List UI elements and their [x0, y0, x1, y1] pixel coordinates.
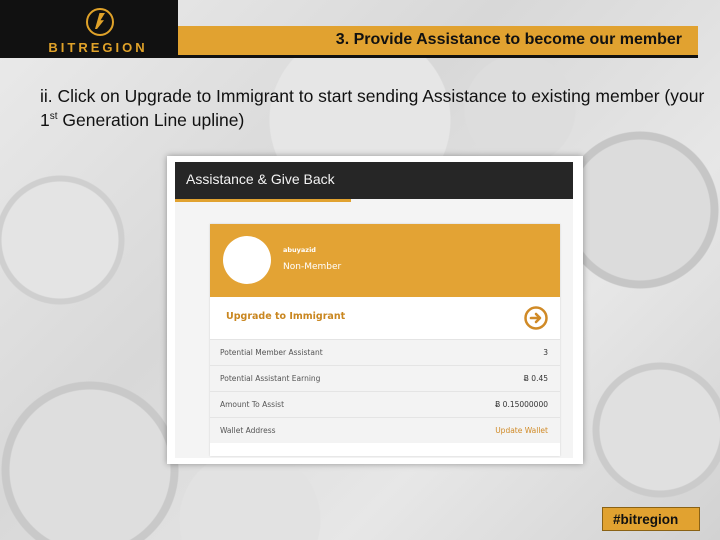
slide-title: 3. Provide Assistance to become our memb…	[335, 31, 682, 48]
slide-title-bar: 3. Provide Assistance to become our memb…	[178, 26, 698, 58]
upgrade-label: Upgrade to Immigrant	[226, 311, 346, 322]
assistance-panel: Assistance & Give Back abuyazid Non-Memb…	[175, 162, 573, 458]
info-value: Ƀ 0.45	[523, 374, 548, 383]
upgrade-to-immigrant-button[interactable]: Upgrade to Immigrant	[210, 297, 560, 339]
panel-header: Assistance & Give Back	[175, 162, 573, 199]
bitregion-logo: BITREGION	[0, 0, 178, 58]
profile-card-header: abuyazid Non-Member	[210, 224, 560, 297]
member-status: Non-Member	[283, 262, 342, 272]
info-label: Amount To Assist	[220, 400, 285, 409]
screenshot-frame: Assistance & Give Back abuyazid Non-Memb…	[167, 156, 583, 464]
profile-card: abuyazid Non-Member Upgrade to Immigrant…	[210, 224, 560, 456]
lightning-circle-icon	[86, 8, 114, 36]
info-label: Wallet Address	[220, 426, 276, 435]
info-row-amount-to-assist: Amount To Assist Ƀ 0.15000000	[210, 391, 560, 417]
info-row-potential-assistant-earning: Potential Assistant Earning Ƀ 0.45	[210, 365, 560, 391]
instruction-part2: Generation Line upline)	[57, 110, 245, 130]
info-value: 3	[543, 348, 548, 357]
instruction-text: ii. Click on Upgrade to Immigrant to sta…	[40, 84, 710, 132]
info-label: Potential Assistant Earning	[220, 374, 321, 383]
logo-text: BITREGION	[48, 40, 148, 55]
hashtag-text: #bitregion	[613, 512, 679, 527]
info-row-potential-member-assistant: Potential Member Assistant 3	[210, 339, 560, 365]
panel-title-underline	[175, 199, 351, 202]
instruction-superscript: st	[49, 111, 58, 123]
info-row-wallet-address: Wallet Address Update Wallet	[210, 417, 560, 443]
hashtag-badge: #bitregion	[602, 507, 700, 531]
info-label: Potential Member Assistant	[220, 348, 323, 357]
info-value: Ƀ 0.15000000	[495, 400, 548, 409]
username: abuyazid	[283, 246, 316, 254]
update-wallet-link[interactable]: Update Wallet	[495, 426, 548, 435]
avatar	[223, 236, 271, 284]
arrow-right-circle-icon[interactable]	[524, 306, 548, 330]
panel-title: Assistance & Give Back	[186, 171, 335, 187]
